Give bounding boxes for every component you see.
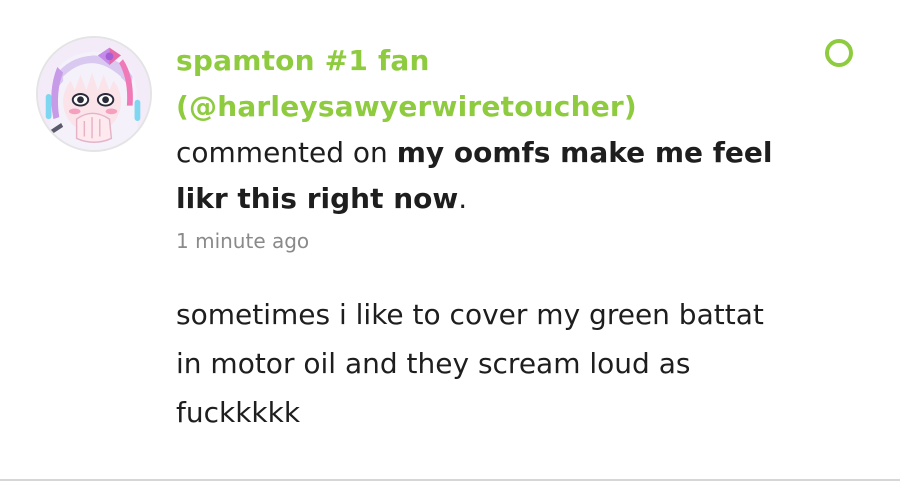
anime-avatar-icon <box>38 38 150 150</box>
action-line: commented on my oomfs make me feel likr … <box>176 130 776 222</box>
avatar[interactable] <box>36 36 152 152</box>
action-verb: commented on <box>176 136 388 169</box>
timestamp: 1 minute ago <box>176 229 310 253</box>
comment-notification-card[interactable]: spamton #1 fan (@harleysawyerwiretoucher… <box>0 0 900 481</box>
author-handle[interactable]: (@harleysawyerwiretoucher) <box>176 84 816 130</box>
comment-body: sometimes i like to cover my green batta… <box>176 298 764 429</box>
unread-indicator-icon[interactable] <box>825 39 853 67</box>
notification-content: spamton #1 fan (@harleysawyerwiretoucher… <box>176 38 816 437</box>
author-block[interactable]: spamton #1 fan (@harleysawyerwiretoucher… <box>176 38 816 130</box>
author-name[interactable]: spamton #1 fan <box>176 38 816 84</box>
action-period: . <box>458 182 468 215</box>
